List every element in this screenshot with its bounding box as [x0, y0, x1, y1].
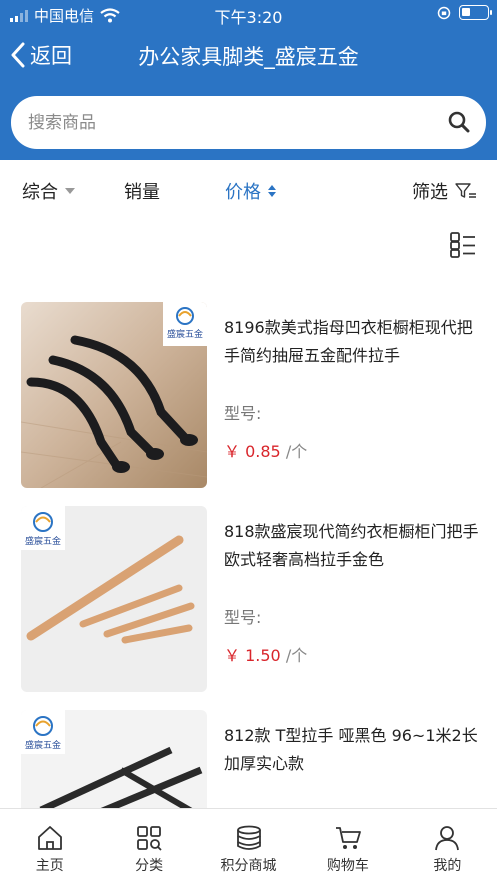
nav-bar: 返回 办公家具脚类_盛宸五金	[0, 28, 497, 84]
price-symbol: ￥	[224, 442, 241, 461]
bottom-tab-bar: 主页 分类 积分商城 购物车 我的	[0, 808, 497, 883]
price-value: 1.50	[245, 646, 281, 665]
search-bar	[11, 96, 486, 149]
orientation-lock-icon	[437, 6, 451, 19]
sort-comprehensive[interactable]: 综合	[22, 178, 75, 204]
product-image-logo: 盛宸五金	[25, 535, 61, 547]
search-icon[interactable]	[448, 111, 470, 133]
product-card[interactable]: 盛宸五金 8196款美式指母凹衣柜橱柜现代把手简约抽屉五金配件拉手 型号: ￥ …	[0, 300, 497, 490]
product-name: 818款盛宸现代简约衣柜橱柜门把手欧式轻奢高档拉手金色	[224, 522, 479, 569]
status-bar: 中国电信 下午3:20	[0, 0, 497, 28]
header: 中国电信 下午3:20 返回 办公家具脚类_盛宸五金	[0, 0, 497, 160]
tab-points-mall-label: 积分商城	[220, 858, 277, 874]
tab-category[interactable]: 分类	[99, 809, 198, 883]
product-image[interactable]: 盛宸五金	[21, 302, 207, 488]
product-image-logo: 盛宸五金	[167, 328, 203, 340]
product-price: ￥ 1.50 /个	[224, 642, 307, 666]
product-name: 812款 T型拉手 哑黑色 96~1米2长 加厚实心款	[224, 726, 478, 773]
cart-icon	[335, 827, 361, 849]
tab-home[interactable]: 主页	[0, 809, 99, 883]
sort-price-label: 价格	[225, 182, 261, 203]
product-model: 型号:	[224, 404, 262, 423]
product-name: 8196款美式指母凹衣柜橱柜现代把手简约抽屉五金配件拉手	[224, 318, 473, 365]
coins-icon	[236, 825, 261, 850]
sort-sales[interactable]: 销量	[124, 178, 160, 204]
sort-bar: 综合 销量 价格 筛选	[0, 160, 497, 220]
sort-arrows-icon	[268, 185, 276, 197]
product-list: 盛宸五金 8196款美式指母凹衣柜橱柜现代把手简约抽屉五金配件拉手 型号: ￥ …	[0, 300, 497, 808]
battery-icon	[459, 5, 492, 20]
filter-icon	[455, 183, 476, 198]
price-unit: /个	[285, 646, 308, 665]
product-image-logo: 盛宸五金	[25, 739, 61, 751]
status-right	[437, 5, 492, 20]
sort-sales-label: 销量	[124, 182, 160, 203]
price-symbol: ￥	[224, 646, 241, 665]
list-view-icon	[450, 232, 475, 258]
filter-label: 筛选	[412, 182, 448, 203]
category-icon	[137, 826, 162, 851]
product-image[interactable]: 盛宸五金	[21, 710, 207, 808]
tab-category-label: 分类	[135, 858, 164, 874]
product-price: ￥ 0.85 /个	[224, 438, 307, 462]
tab-profile[interactable]: 我的	[398, 809, 497, 883]
tab-home-label: 主页	[35, 858, 64, 874]
status-time: 下午3:20	[214, 8, 283, 27]
home-icon	[37, 826, 62, 850]
price-unit: /个	[285, 442, 308, 461]
tab-points-mall[interactable]: 积分商城	[199, 809, 298, 883]
sort-comprehensive-label: 综合	[22, 182, 58, 203]
sort-price[interactable]: 价格	[225, 178, 276, 204]
product-card[interactable]: 盛宸五金 818款盛宸现代简约衣柜橱柜门把手欧式轻奢高档拉手金色 型号: ￥ 1…	[0, 504, 497, 694]
user-icon	[435, 826, 460, 851]
filter-button[interactable]: 筛选	[412, 178, 477, 204]
tab-cart[interactable]: 购物车	[298, 809, 397, 883]
page-title: 办公家具脚类_盛宸五金	[138, 45, 359, 69]
product-card[interactable]: 盛宸五金 812款 T型拉手 哑黑色 96~1米2长 加厚实心款	[0, 708, 497, 808]
tab-cart-label: 购物车	[326, 858, 369, 874]
search-input[interactable]	[28, 108, 428, 138]
tab-profile-label: 我的	[433, 858, 462, 874]
list-view-toggle[interactable]	[449, 231, 477, 263]
price-value: 0.85	[245, 442, 281, 461]
caret-down-icon	[65, 188, 75, 194]
product-image[interactable]: 盛宸五金	[21, 506, 207, 692]
product-model: 型号:	[224, 608, 262, 627]
